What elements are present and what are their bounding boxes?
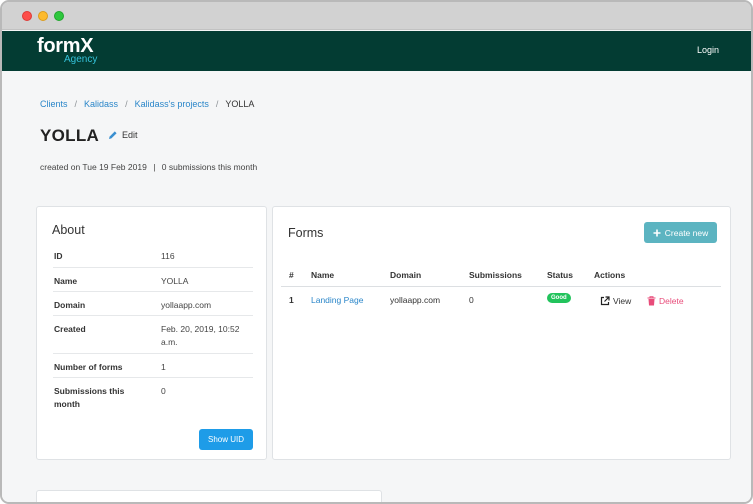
about-row-submissions: Submissions this month 0 <box>53 377 253 415</box>
about-value: 116 <box>161 251 175 261</box>
plus-icon <box>653 229 661 236</box>
created-date: created on Tue 19 Feb 2019 <box>40 162 147 172</box>
breadcrumb-separator: / <box>125 99 128 109</box>
top-navbar: formX Agency Login <box>2 31 751 71</box>
table-header-divider <box>281 286 721 287</box>
about-key: Submissions this month <box>54 386 125 409</box>
column-header-domain: Domain <box>390 270 422 280</box>
about-key: Name <box>54 276 78 286</box>
submissions-count: 0 submissions this month <box>161 162 258 172</box>
browser-window: formX Agency Login Clients / Kalidass / Kali… <box>0 0 753 504</box>
breadcrumb-clients[interactable]: Clients <box>40 99 68 109</box>
form-domain: yollaapp.com <box>390 295 441 305</box>
minimize-window-button[interactable] <box>38 11 48 21</box>
close-window-button[interactable] <box>22 11 32 21</box>
column-header-name: Name <box>311 270 335 280</box>
about-value: yollaapp.com <box>161 300 212 310</box>
title-bar <box>2 2 751 30</box>
about-row-id: ID 116 <box>53 243 253 267</box>
status-badge: Good <box>547 293 571 303</box>
form-name-link[interactable]: Landing Page <box>311 295 363 305</box>
next-card-partial <box>36 490 382 502</box>
column-header-status: Status <box>547 270 573 280</box>
create-new-label: Create new <box>664 227 709 238</box>
show-uid-button[interactable]: Show UID <box>199 429 253 450</box>
create-new-button[interactable]: Create new <box>644 222 717 243</box>
breadcrumb-client[interactable]: Kalidass <box>84 99 118 109</box>
breadcrumb-separator: / <box>74 99 78 109</box>
brand-subtitle: Agency <box>64 54 98 65</box>
column-header-index: # <box>289 270 294 280</box>
meta-separator: | <box>153 162 156 172</box>
about-row-name: Name YOLLA <box>53 267 253 291</box>
breadcrumb-current: YOLLA <box>225 99 255 109</box>
about-key: Created <box>54 324 86 334</box>
about-value: 1 <box>161 362 166 372</box>
about-card: About ID 116 Name YOLLA Domain yollaapp.… <box>36 206 267 460</box>
delete-label: Delete <box>659 296 684 306</box>
about-value: 0 <box>161 386 166 396</box>
page-title: YOLLA <box>40 126 100 145</box>
column-header-submissions: Submissions <box>469 270 522 280</box>
column-header-actions: Actions <box>594 270 626 280</box>
external-link-icon <box>600 296 610 306</box>
trash-icon <box>647 296 656 306</box>
breadcrumb: Clients / Kalidass / Kalidass's projects / YOL… <box>40 99 254 109</box>
forms-card: Forms Create new # Name Domain Submissio… <box>272 206 731 460</box>
about-key: Number of forms <box>54 362 123 372</box>
view-label: View <box>613 296 632 306</box>
breadcrumb-projects[interactable]: Kalidass's projects <box>135 99 209 109</box>
about-row-domain: Domain yollaapp.com <box>53 291 253 315</box>
about-row-forms: Number of forms 1 <box>53 353 253 377</box>
about-value: YOLLA <box>161 276 189 286</box>
form-row-index: 1 <box>289 295 294 305</box>
project-meta: created on Tue 19 Feb 2019 | 0 submissio… <box>40 162 257 172</box>
edit-label: Edit <box>122 130 138 140</box>
form-submissions: 0 <box>469 295 474 305</box>
forms-title: Forms <box>288 226 324 240</box>
about-key: ID <box>54 251 63 261</box>
delete-form-button[interactable]: Delete <box>647 296 684 306</box>
edit-button[interactable]: Edit <box>108 130 138 140</box>
about-key: Domain <box>54 300 86 310</box>
main-content: Clients / Kalidass / Kalidass's projects / YOL… <box>2 71 751 502</box>
about-row-created: Created Feb. 20, 2019, 10:52 a.m. <box>53 315 253 353</box>
view-form-button[interactable]: View <box>600 296 631 306</box>
pencil-icon <box>109 131 117 139</box>
about-title: About <box>52 223 85 237</box>
login-link[interactable]: Login <box>697 45 719 55</box>
about-value: Feb. 20, 2019, 10:52 a.m. <box>161 324 240 347</box>
maximize-window-button[interactable] <box>54 11 64 21</box>
breadcrumb-separator: / <box>215 99 219 109</box>
